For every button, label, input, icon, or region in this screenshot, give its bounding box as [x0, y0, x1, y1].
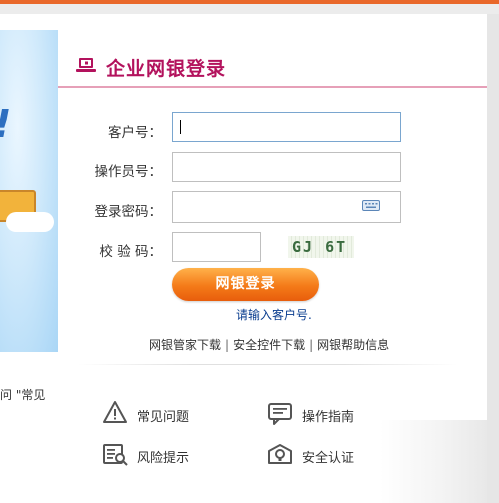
link-separator: |	[225, 338, 230, 352]
keyboard-icon[interactable]	[362, 200, 380, 211]
captcha-image[interactable]: GJ 6T	[288, 236, 354, 258]
help-label: 安全认证	[302, 451, 355, 466]
help-guide[interactable]: 操作指南	[267, 400, 367, 426]
login-header: 企业网银登录	[58, 30, 487, 88]
text-caret	[180, 120, 181, 134]
banner-graphic: !	[0, 102, 11, 146]
operator-no-input[interactable]	[172, 152, 401, 182]
link-security-control-download[interactable]: 安全控件下载	[233, 338, 305, 352]
promo-banner: !	[0, 30, 58, 352]
help-label: 常见问题	[137, 410, 190, 425]
password-input[interactable]	[172, 191, 401, 223]
help-label: 风险提示	[137, 451, 190, 466]
bulb-icon	[268, 444, 292, 464]
help-risk[interactable]: 风险提示	[102, 441, 202, 467]
book-icon	[103, 444, 128, 466]
help-security-auth[interactable]: 安全认证	[267, 441, 367, 467]
link-netbank-manager-download[interactable]: 网银管家下载	[149, 338, 221, 352]
link-help-info[interactable]: 网银帮助信息	[317, 338, 389, 352]
background-fade	[380, 420, 487, 503]
help-label: 操作指南	[302, 410, 355, 425]
download-links: 网银管家下载 | 安全控件下载 | 网银帮助信息	[149, 336, 389, 353]
help-faq[interactable]: 常见问题	[102, 400, 202, 426]
captcha-label: 校 验 码：	[99, 244, 162, 260]
chat-icon	[268, 403, 292, 425]
top-accent-bar	[0, 0, 499, 4]
window-edge	[487, 14, 499, 503]
captcha-input[interactable]	[172, 232, 261, 262]
banner-cloud-graphic	[6, 212, 54, 232]
link-separator: |	[309, 338, 314, 352]
left-footer-text: 问 "常见	[0, 388, 46, 402]
login-button[interactable]: 网银登录	[172, 268, 319, 301]
customer-no-label: 客户号：	[108, 125, 162, 141]
warning-icon	[103, 401, 127, 423]
password-label: 登录密码：	[94, 204, 163, 220]
customer-no-input[interactable]	[172, 112, 401, 142]
page-title: 企业网银登录	[106, 58, 227, 80]
operator-no-label: 操作员号：	[94, 164, 163, 180]
laptop-icon	[76, 58, 96, 72]
divider	[78, 364, 458, 365]
input-hint: 请输入客户号.	[236, 308, 312, 322]
